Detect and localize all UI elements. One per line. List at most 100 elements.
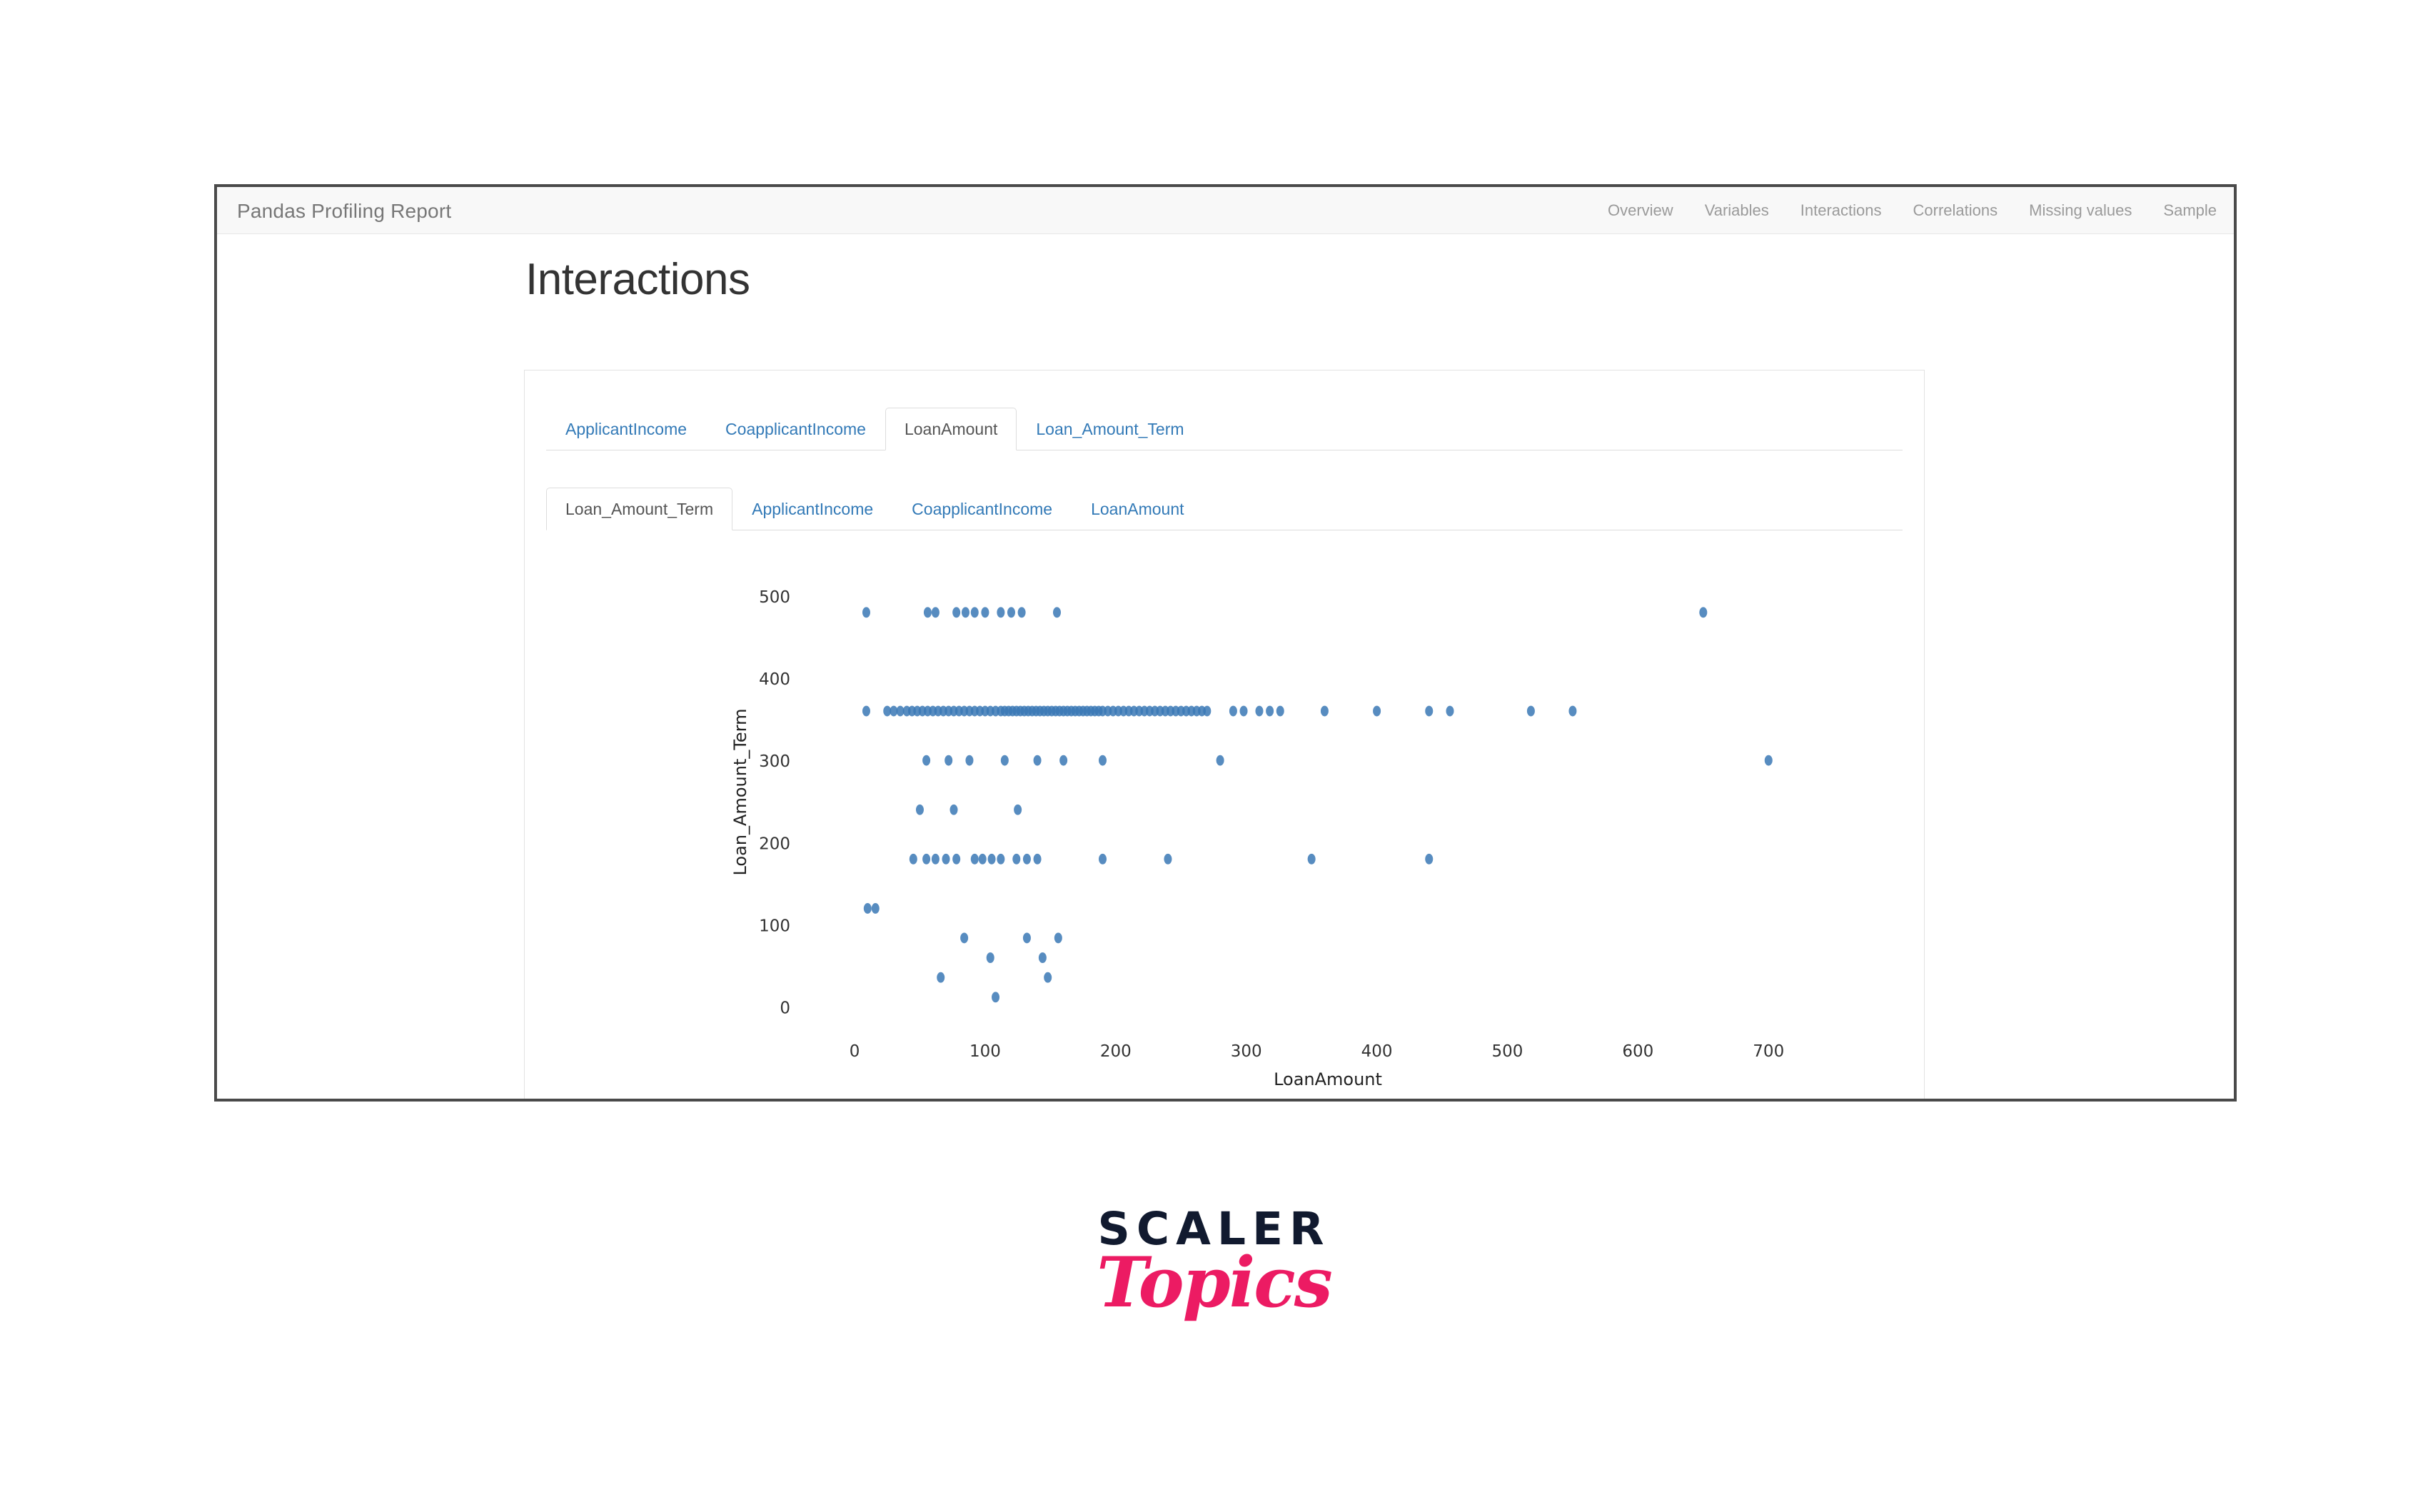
x-tick-label: 600 [1622, 1042, 1653, 1061]
outer-tab-loan-amount-term[interactable]: Loan_Amount_Term [1017, 408, 1203, 450]
scatter-point [871, 903, 880, 914]
x-tick-label: 300 [1231, 1042, 1262, 1061]
y-tick-label: 0 [780, 999, 790, 1018]
scatter-plot: 0 100 200 300 400 500 0 100 200 300 400 500 600 700 Lo… [525, 530, 1924, 1099]
inner-tab-applicantincome[interactable]: ApplicantIncome [732, 488, 892, 530]
scatter-point [1446, 705, 1454, 717]
scatter-point [942, 853, 950, 865]
scatter-point [915, 804, 924, 815]
y-tick-label: 100 [759, 917, 790, 935]
y-axis-label: Loan_Amount_Term [730, 708, 750, 875]
scatter-point [1033, 853, 1042, 865]
scatter-point [1044, 972, 1052, 983]
page-title: Interactions [525, 255, 750, 304]
y-tick-label: 200 [759, 835, 790, 853]
scatter-point [931, 607, 940, 618]
scatter-point [952, 607, 961, 618]
scatter-point [1216, 755, 1224, 766]
scatter-point [1203, 705, 1212, 717]
scatter-point [1699, 607, 1708, 618]
scatter-point [1059, 755, 1068, 766]
inner-tabbar: Loan_Amount_Term ApplicantIncome Coappli… [546, 476, 1903, 530]
x-tick-label: 100 [969, 1042, 1001, 1061]
scatter-point [1022, 932, 1031, 944]
nav-link-overview[interactable]: Overview [1608, 201, 1673, 220]
y-tick-label: 300 [759, 752, 790, 771]
scatter-point [922, 755, 931, 766]
scatter-point [1014, 804, 1022, 815]
scatter-point [986, 952, 994, 963]
scatter-point [909, 853, 917, 865]
scatter-points [862, 607, 1773, 1003]
scatter-point [944, 755, 953, 766]
scatter-point [863, 903, 872, 914]
scatter-point [1425, 853, 1434, 865]
scatter-point [1099, 755, 1107, 766]
scatter-point [922, 853, 931, 865]
scatter-point [1373, 705, 1381, 717]
scatter-point [970, 853, 979, 865]
scatter-point [1255, 705, 1264, 717]
scatter-point [1052, 607, 1061, 618]
scatter-point [1425, 705, 1434, 717]
x-axis-label: LoanAmount [1274, 1069, 1382, 1089]
nav-link-interactions[interactable]: Interactions [1800, 201, 1882, 220]
scatter-point [923, 607, 932, 618]
scatter-point [1568, 705, 1577, 717]
scatter-point [1033, 755, 1042, 766]
report-brand-title: Pandas Profiling Report [237, 200, 452, 222]
scatter-point [931, 853, 940, 865]
scatter-point [1320, 705, 1329, 717]
scatter-point [970, 607, 979, 618]
scatter-point [1526, 705, 1535, 717]
inner-tab-coapplicantincome[interactable]: CoapplicantIncome [892, 488, 1072, 530]
scatter-point [997, 607, 1005, 618]
scatter-point [1012, 853, 1021, 865]
outer-tab-applicantincome[interactable]: ApplicantIncome [546, 408, 706, 450]
scatter-plot-svg: 0 100 200 300 400 500 0 100 200 300 400 500 600 700 Lo… [730, 588, 1784, 1089]
x-tick-label: 0 [850, 1042, 860, 1061]
interactions-panel: ApplicantIncome CoapplicantIncome LoanAm… [524, 370, 1925, 1099]
scatter-point [961, 607, 969, 618]
scatter-point [937, 972, 945, 983]
nav-link-sample[interactable]: Sample [2163, 201, 2217, 220]
scatter-point [1017, 607, 1026, 618]
scatter-point [981, 607, 989, 618]
scatter-point [1239, 705, 1248, 717]
inner-tab-loan-amount-term[interactable]: Loan_Amount_Term [546, 488, 733, 530]
scatter-point [997, 853, 1005, 865]
scatter-point [992, 992, 1000, 1003]
nav-link-missing-values[interactable]: Missing values [2029, 201, 2132, 220]
top-navbar: Pandas Profiling Report Overview Variabl… [217, 187, 2234, 234]
report-content: Interactions ApplicantIncome Coapplicant… [217, 234, 2234, 1099]
inner-tab-loanamount[interactable]: LoanAmount [1072, 488, 1203, 530]
outer-tab-loanamount[interactable]: LoanAmount [885, 408, 1017, 450]
nav-links: Overview Variables Interactions Correlat… [1608, 201, 2217, 220]
nav-link-variables[interactable]: Variables [1705, 201, 1769, 220]
scatter-point [1307, 853, 1316, 865]
x-tick-label: 500 [1492, 1042, 1523, 1061]
scatter-point [965, 755, 974, 766]
scatter-point [1764, 755, 1773, 766]
x-tick-label: 200 [1100, 1042, 1132, 1061]
nav-link-correlations[interactable]: Correlations [1913, 201, 1998, 220]
scatter-point [862, 705, 870, 717]
scatter-point [1022, 853, 1031, 865]
scatter-point [952, 853, 961, 865]
x-tick-label: 400 [1361, 1042, 1393, 1061]
outer-tab-coapplicantincome[interactable]: CoapplicantIncome [706, 408, 885, 450]
scatter-point [1276, 705, 1284, 717]
report-window: Pandas Profiling Report Overview Variabl… [214, 184, 2237, 1102]
scatter-point [1266, 705, 1274, 717]
scatter-point [1000, 755, 1009, 766]
scatter-point [960, 932, 969, 944]
scaler-topics-logo: SCALER Topics [0, 1206, 2428, 1319]
scatter-point [978, 853, 987, 865]
logo-topics-wordmark: Topics [1097, 1242, 1333, 1323]
x-tick-label: 700 [1753, 1042, 1784, 1061]
scatter-point [1229, 705, 1237, 717]
scatter-point [1007, 607, 1015, 618]
y-tick-label: 500 [759, 588, 790, 607]
scatter-point [1038, 952, 1047, 963]
y-tick-label: 400 [759, 670, 790, 689]
